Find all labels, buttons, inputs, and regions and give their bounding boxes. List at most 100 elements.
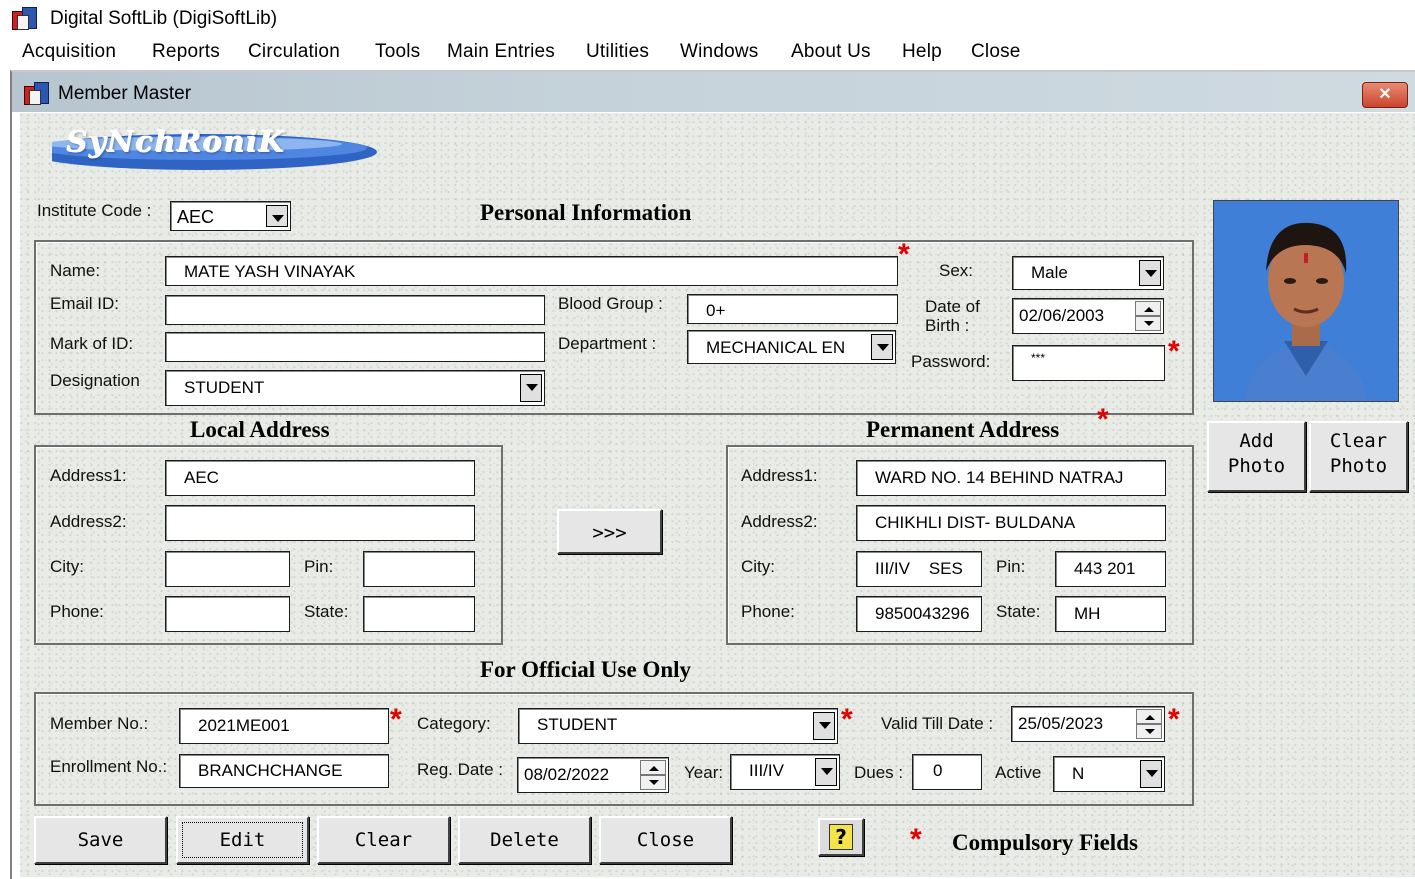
menu-acquisition[interactable]: Acquisition: [22, 41, 116, 63]
required-star: *: [1097, 403, 1109, 436]
year-combo[interactable]: III/IV: [730, 754, 840, 790]
menu-reports[interactable]: Reports: [152, 41, 220, 63]
chevron-down-icon[interactable]: [813, 712, 835, 740]
help-icon[interactable]: ?: [818, 818, 864, 856]
perm-address1-field[interactable]: WARD NO. 14 BEHIND NATRAJ: [856, 460, 1166, 496]
chevron-down-icon[interactable]: [1140, 760, 1162, 788]
dues-label: Dues :: [854, 763, 904, 782]
local-city-field[interactable]: [165, 551, 290, 587]
perm-pin-value: 443 201: [1074, 559, 1136, 578]
perm-address2-value: CHIKHLI DIST- BULDANA: [875, 513, 1076, 532]
chevron-down-icon[interactable]: [520, 374, 542, 402]
valid-till-field[interactable]: 25/05/2023: [1011, 706, 1165, 742]
local-address2-field[interactable]: [165, 505, 475, 541]
category-value: STUDENT: [537, 715, 618, 734]
edit-button[interactable]: Edit: [176, 816, 309, 864]
clear-button[interactable]: Clear: [317, 816, 450, 864]
reg-date-spinner[interactable]: [640, 760, 666, 790]
institute-code-combo[interactable]: AEC: [170, 201, 291, 231]
close-icon[interactable]: ✕: [1362, 82, 1408, 108]
perm-state-value: MH: [1074, 604, 1101, 623]
chevron-down-icon[interactable]: [266, 205, 288, 227]
valid-till-value: 25/05/2023: [1018, 714, 1104, 733]
local-address1-field[interactable]: AEC: [165, 460, 475, 496]
category-label: Category:: [417, 714, 491, 733]
permanent-address-heading: Permanent Address: [866, 417, 1060, 442]
local-city-label: City:: [50, 557, 84, 576]
dues-field[interactable]: 0: [912, 754, 982, 790]
local-phone-field[interactable]: [165, 596, 290, 632]
email-field[interactable]: [165, 295, 545, 325]
menu-about-us[interactable]: About Us: [791, 41, 871, 63]
department-label: Department :: [558, 334, 657, 353]
designation-value: STUDENT: [184, 378, 265, 397]
perm-city-value: III/IV SES: [875, 559, 963, 578]
active-combo[interactable]: N: [1053, 756, 1165, 792]
perm-state-field[interactable]: MH: [1055, 596, 1166, 632]
menu-main-entries[interactable]: Main Entries: [447, 41, 555, 63]
sex-combo[interactable]: Male: [1012, 256, 1164, 290]
local-state-field[interactable]: [363, 596, 475, 632]
window-titlebar: [12, 72, 1415, 112]
menu-utilities[interactable]: Utilities: [586, 41, 649, 63]
menu-windows[interactable]: Windows: [680, 41, 758, 63]
local-address1-value: AEC: [184, 468, 219, 487]
perm-pin-field[interactable]: 443 201: [1055, 551, 1166, 587]
menu-bar: Acquisition Reports Circulation Tools Ma…: [0, 37, 1415, 69]
perm-city-field[interactable]: III/IV SES: [856, 551, 982, 587]
member-no-field[interactable]: 2021ME001: [179, 708, 389, 744]
app-icon: [12, 7, 38, 30]
valid-till-spinner[interactable]: [1136, 709, 1162, 739]
close-button[interactable]: Close: [599, 816, 732, 864]
blood-group-field[interactable]: 0+: [687, 294, 898, 324]
compulsory-fields-legend: Compulsory Fields: [952, 830, 1138, 855]
window-icon: [24, 82, 50, 105]
member-no-label: Member No.:: [50, 714, 149, 733]
chevron-down-icon[interactable]: [1139, 260, 1161, 286]
chevron-down-icon[interactable]: [815, 758, 837, 786]
sex-label: Sex:: [939, 261, 974, 280]
local-pin-field[interactable]: [363, 551, 475, 587]
name-field[interactable]: MATE YASH VINAYAK: [165, 256, 898, 286]
perm-pin-label: Pin:: [996, 557, 1026, 576]
department-combo[interactable]: MECHANICAL EN: [687, 330, 896, 364]
perm-phone-field[interactable]: 9850043296: [856, 596, 982, 632]
chevron-down-icon[interactable]: [871, 334, 893, 360]
add-photo-button[interactable]: Add Photo: [1207, 421, 1306, 492]
password-value: ***: [1031, 351, 1046, 365]
menu-circulation[interactable]: Circulation: [248, 41, 340, 63]
designation-label: Designation: [50, 371, 140, 390]
reg-date-field[interactable]: 08/02/2022: [517, 757, 669, 793]
copy-address-button[interactable]: >>>: [557, 509, 662, 554]
mark-of-id-field[interactable]: [165, 332, 545, 362]
required-star: *: [390, 703, 402, 736]
perm-phone-value: 9850043296: [875, 604, 970, 623]
delete-button[interactable]: Delete: [458, 816, 591, 864]
enrollment-field[interactable]: BRANCHCHANGE: [179, 754, 389, 788]
mark-of-id-label: Mark of ID:: [50, 334, 134, 353]
required-star: *: [910, 823, 922, 856]
dob-label-line1: Date of: [925, 297, 980, 316]
dob-field[interactable]: 02/06/2003: [1012, 298, 1164, 334]
menu-tools[interactable]: Tools: [375, 41, 420, 63]
designation-combo[interactable]: STUDENT: [165, 370, 545, 406]
valid-till-label: Valid Till Date :: [881, 714, 994, 733]
clear-photo-button[interactable]: Clear Photo: [1309, 421, 1408, 492]
menu-help[interactable]: Help: [902, 41, 942, 63]
dob-spinner[interactable]: [1135, 301, 1161, 331]
perm-city-label: City:: [741, 557, 775, 576]
perm-address2-field[interactable]: CHIKHLI DIST- BULDANA: [856, 505, 1166, 541]
menu-close[interactable]: Close: [971, 41, 1021, 63]
local-phone-label: Phone:: [50, 602, 104, 621]
required-star: *: [898, 238, 910, 271]
enrollment-label: Enrollment No.:: [50, 757, 168, 776]
reg-date-label: Reg. Date :: [417, 760, 503, 779]
save-button[interactable]: Save: [34, 816, 167, 864]
required-star: *: [841, 703, 853, 736]
category-combo[interactable]: STUDENT: [518, 708, 838, 744]
perm-address1-value: WARD NO. 14 BEHIND NATRAJ: [875, 468, 1124, 487]
password-field[interactable]: ***: [1012, 345, 1165, 381]
dues-value: 0: [933, 761, 943, 780]
perm-state-label: State:: [996, 602, 1041, 621]
local-state-label: State:: [304, 602, 349, 621]
